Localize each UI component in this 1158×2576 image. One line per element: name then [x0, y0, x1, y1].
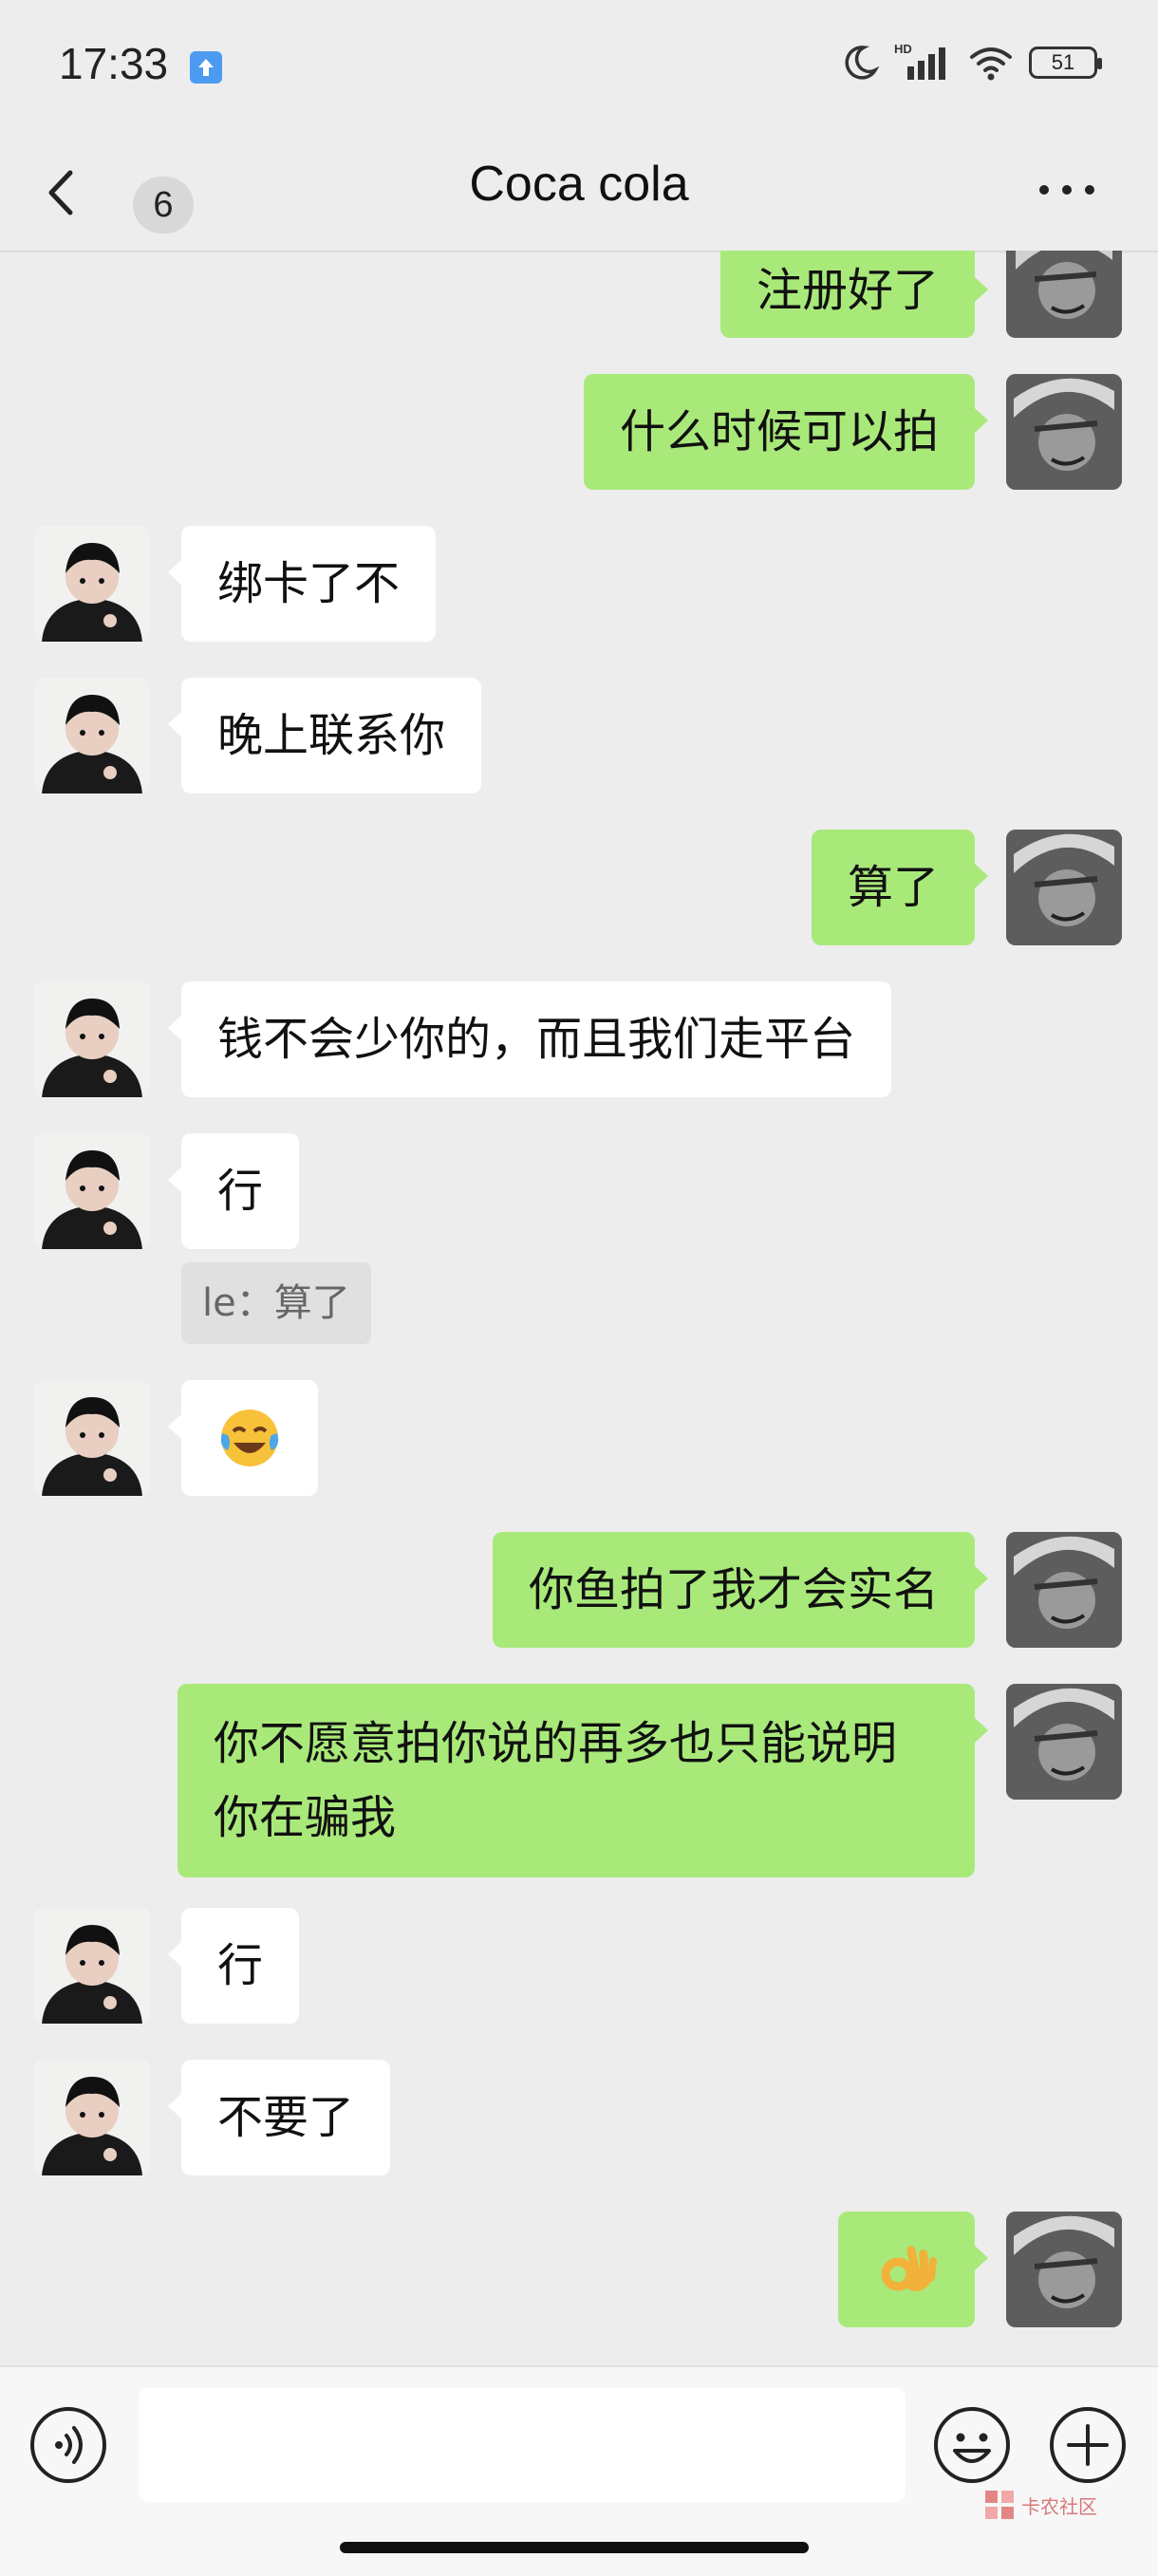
message-bubble-incoming[interactable]: 绑卡了不: [167, 526, 437, 642]
my-avatar[interactable]: [1006, 1684, 1122, 1800]
ok-hand-emoji-icon: [881, 2246, 937, 2291]
chat-title: Coca cola: [469, 157, 689, 212]
voice-input-button[interactable]: [28, 2405, 108, 2485]
battery-level: 51: [1051, 50, 1075, 74]
message-text: 绑卡了不: [217, 557, 401, 610]
message-bubble-outgoing[interactable]: [838, 2212, 988, 2327]
voice-icon: [30, 2407, 106, 2483]
message-text: 注册好了: [756, 264, 939, 317]
my-avatar[interactable]: [1006, 830, 1122, 945]
contact-avatar[interactable]: [34, 526, 150, 642]
status-icons: HD 51: [841, 42, 1102, 84]
svg-text:HD: HD: [894, 42, 912, 56]
plus-icon: [1050, 2407, 1126, 2483]
message-bubble-outgoing[interactable]: 什么时候可以拍: [583, 374, 989, 490]
message-bubble-outgoing[interactable]: 算了: [811, 830, 989, 945]
message-bubble-incoming[interactable]: [168, 1380, 318, 1496]
contact-avatar[interactable]: [34, 981, 150, 1097]
status-bar: 17:33 HD 51: [0, 0, 1158, 133]
upload-icon: [190, 51, 222, 84]
tears-of-joy-emoji-icon: [220, 1409, 279, 1466]
message-text: 不要了: [217, 2091, 355, 2144]
my-avatar[interactable]: [1006, 374, 1122, 490]
contact-avatar[interactable]: [34, 1908, 150, 2024]
my-avatar[interactable]: [1006, 251, 1122, 338]
watermark: 卡农社区: [983, 2489, 1097, 2521]
message-bubble-incoming[interactable]: 不要了: [167, 2060, 391, 2175]
message-bubble-outgoing[interactable]: 注册好了: [719, 251, 989, 338]
my-avatar[interactable]: [1006, 1532, 1122, 1648]
home-indicator[interactable]: [340, 2542, 809, 2553]
quoted-reply[interactable]: le：算了: [181, 1262, 371, 1344]
message-bubble-incoming[interactable]: 行: [167, 1133, 300, 1249]
message-list[interactable]: 注册好了 什么时候可以拍 绑卡了不 晚上联系你 算了 钱不会少你的，而且我们走平…: [0, 251, 1158, 2365]
emoji-button[interactable]: [932, 2405, 1012, 2485]
cellular-signal-icon: HD: [894, 42, 945, 80]
watermark-text: 卡农社区: [1021, 2494, 1097, 2518]
more-dots-icon: [1039, 185, 1094, 195]
message-text: 你鱼拍了我才会实名: [528, 1563, 939, 1616]
chat-header: 6 Coca cola: [0, 133, 1158, 252]
moon-icon: [845, 46, 879, 80]
message-text: 算了: [847, 861, 939, 914]
message-text: 行: [217, 1939, 264, 1992]
message-bubble-outgoing[interactable]: 你鱼拍了我才会实名: [492, 1532, 989, 1648]
contact-avatar[interactable]: [34, 678, 150, 793]
smiley-icon: [934, 2407, 1010, 2483]
message-input[interactable]: [139, 2388, 906, 2502]
message-text: 钱不会少你的，而且我们走平台: [217, 1013, 856, 1066]
message-bubble-outgoing[interactable]: 你不愿意拍你说的再多也只能说明你在骗我: [177, 1684, 988, 1877]
message-bubble-incoming[interactable]: 行: [167, 1908, 300, 2024]
contact-avatar[interactable]: [34, 2060, 150, 2175]
wifi-icon: [970, 47, 1012, 81]
contact-avatar[interactable]: [34, 1133, 150, 1249]
contact-avatar[interactable]: [34, 1380, 150, 1496]
battery-icon: 51: [1029, 47, 1102, 79]
message-bubble-incoming[interactable]: 晚上联系你: [167, 678, 482, 793]
message-text: 晚上联系你: [217, 709, 446, 762]
message-text: 什么时候可以拍: [619, 405, 939, 458]
status-time: 17:33: [59, 39, 169, 88]
message-text: 你不愿意拍你说的再多也只能说明你在骗我: [214, 1717, 898, 1844]
more-options-button[interactable]: [1029, 171, 1105, 209]
more-actions-button[interactable]: [1048, 2405, 1128, 2485]
quote-text: le：算了: [202, 1281, 350, 1325]
message-text: 行: [217, 1165, 264, 1218]
message-bubble-incoming[interactable]: 钱不会少你的，而且我们走平台: [167, 981, 892, 1097]
watermark-logo-icon: [985, 2491, 1014, 2519]
my-avatar[interactable]: [1006, 2212, 1122, 2327]
